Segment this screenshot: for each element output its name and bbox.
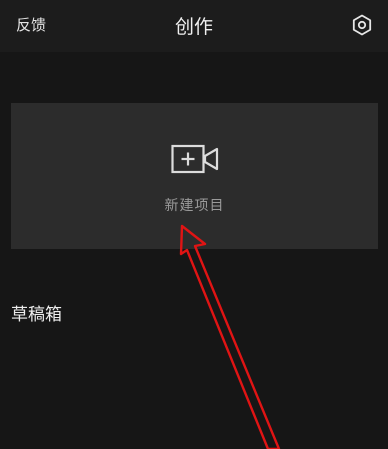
top-bar: 反馈 创作 <box>0 0 388 52</box>
page-title: 创作 <box>174 16 213 38</box>
drafts-section-title: 草稿箱 <box>11 305 62 325</box>
new-project-button[interactable]: 新建项目 <box>11 103 378 249</box>
video-add-icon <box>171 144 219 174</box>
new-project-label: 新建项目 <box>164 198 225 214</box>
gear-icon <box>352 14 372 36</box>
settings-button[interactable] <box>350 13 374 37</box>
